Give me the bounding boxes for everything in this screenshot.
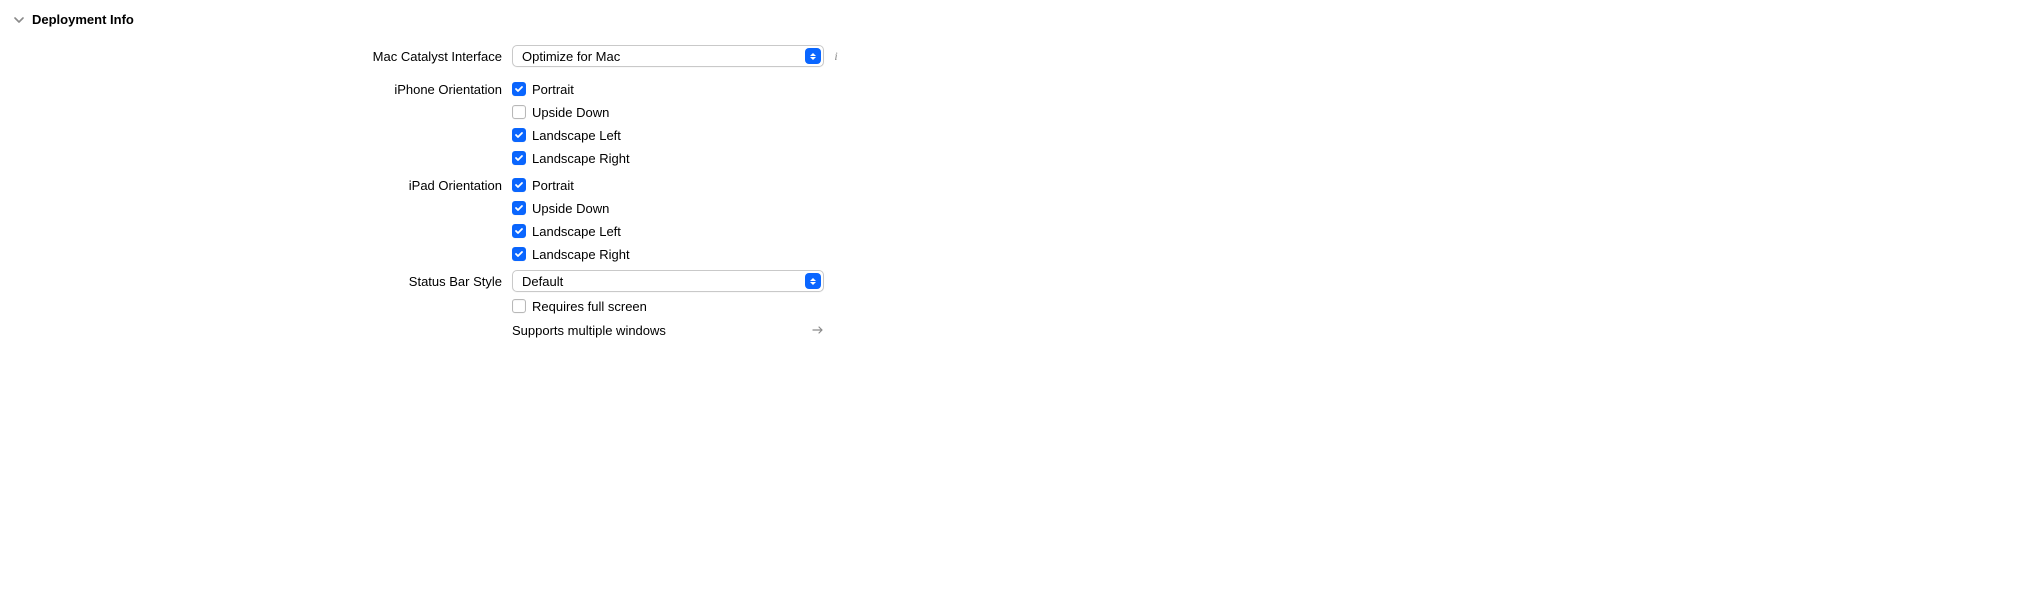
checkbox-icon	[512, 178, 526, 192]
status-bar-style-value: Default	[522, 274, 563, 289]
status-bar-style-label: Status Bar Style	[14, 270, 512, 289]
option-label: Landscape Right	[532, 151, 630, 166]
option-label: Requires full screen	[532, 299, 647, 314]
info-icon[interactable]: i	[824, 45, 848, 64]
select-stepper-icon	[805, 48, 821, 64]
supports-multiple-windows-label: Supports multiple windows	[512, 323, 666, 338]
section-header[interactable]: Deployment Info	[14, 12, 2024, 27]
checkbox-icon	[512, 105, 526, 119]
option-label: Landscape Right	[532, 247, 630, 262]
checkbox-icon	[512, 151, 526, 165]
checkbox-icon	[512, 82, 526, 96]
row-iphone-orientation: iPhone Orientation Portrait Upside Down …	[14, 78, 2024, 168]
option-label: Portrait	[532, 178, 574, 193]
section-title: Deployment Info	[32, 12, 134, 27]
option-label: Landscape Left	[532, 128, 621, 143]
option-label: Portrait	[532, 82, 574, 97]
ipad-landscape-right-option[interactable]: Landscape Right	[512, 243, 824, 264]
checkbox-icon	[512, 201, 526, 215]
mac-catalyst-label: Mac Catalyst Interface	[14, 45, 512, 64]
ipad-orientation-options: Portrait Upside Down Landscape Left Land…	[512, 174, 824, 264]
option-label: Upside Down	[532, 201, 609, 216]
option-label: Landscape Left	[532, 224, 621, 239]
ipad-portrait-option[interactable]: Portrait	[512, 174, 824, 195]
iphone-orientation-label: iPhone Orientation	[14, 78, 512, 97]
arrow-right-icon	[812, 323, 824, 338]
ipad-upside-down-option[interactable]: Upside Down	[512, 197, 824, 218]
supports-multiple-windows-row[interactable]: Supports multiple windows	[512, 317, 824, 339]
status-bar-style-select[interactable]: Default	[512, 270, 824, 292]
iphone-upside-down-option[interactable]: Upside Down	[512, 101, 824, 122]
iphone-orientation-options: Portrait Upside Down Landscape Left Land…	[512, 78, 824, 168]
iphone-landscape-left-option[interactable]: Landscape Left	[512, 124, 824, 145]
select-stepper-icon	[805, 273, 821, 289]
mac-catalyst-select[interactable]: Optimize for Mac	[512, 45, 824, 67]
deployment-info-rows: Mac Catalyst Interface Optimize for Mac …	[14, 45, 2024, 339]
iphone-landscape-right-option[interactable]: Landscape Right	[512, 147, 824, 168]
ipad-orientation-label: iPad Orientation	[14, 174, 512, 193]
row-ipad-orientation: iPad Orientation Portrait Upside Down La…	[14, 174, 2024, 264]
checkbox-icon	[512, 128, 526, 142]
requires-full-screen-option[interactable]: Requires full screen	[512, 294, 824, 315]
row-status-bar-style: Status Bar Style Default Requires full s…	[14, 270, 2024, 339]
mac-catalyst-select-value: Optimize for Mac	[522, 49, 620, 64]
checkbox-icon	[512, 224, 526, 238]
chevron-down-icon	[14, 15, 24, 25]
option-label: Upside Down	[532, 105, 609, 120]
ipad-landscape-left-option[interactable]: Landscape Left	[512, 220, 824, 241]
checkbox-icon	[512, 247, 526, 261]
iphone-portrait-option[interactable]: Portrait	[512, 78, 824, 99]
row-mac-catalyst: Mac Catalyst Interface Optimize for Mac …	[14, 45, 2024, 72]
checkbox-icon	[512, 299, 526, 313]
